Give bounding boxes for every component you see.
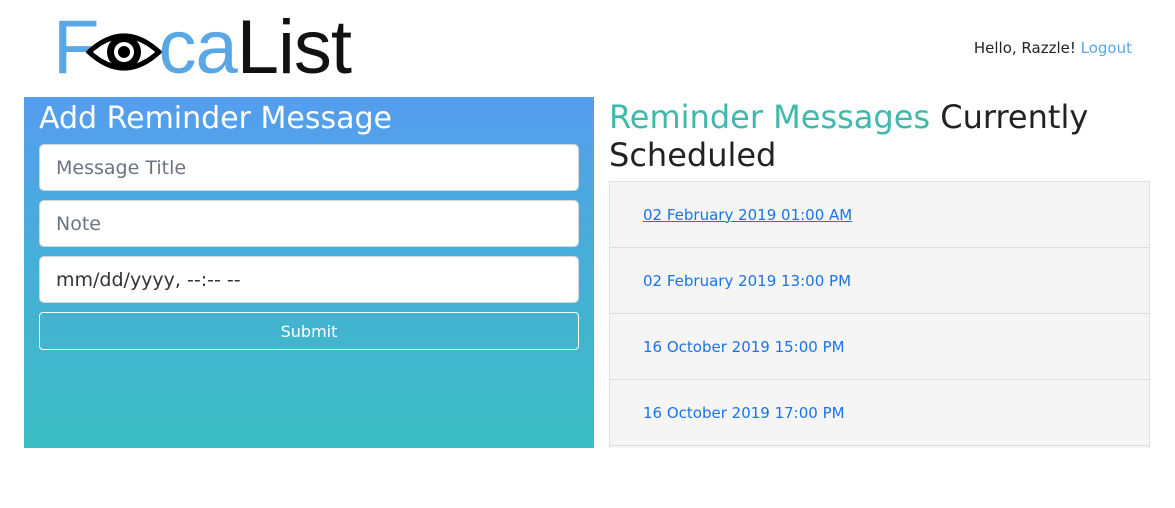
message-title-input[interactable] [39, 144, 579, 191]
user-bar: Hello, Razzle! Logout [974, 39, 1132, 57]
add-reminder-panel: Add Reminder Message Submit [24, 97, 594, 448]
logout-link[interactable]: Logout [1081, 39, 1132, 57]
focalist-logo[interactable]: F ca List [53, 4, 352, 90]
logo-word-list: List [236, 5, 352, 90]
reminder-list: 02 February 2019 01:00 AM 02 February 20… [609, 181, 1150, 448]
greeting-text: Hello, Razzle! [973, 39, 1076, 57]
eye-icon [86, 33, 163, 71]
note-input[interactable] [39, 200, 579, 247]
logo-letters-ca: ca [158, 5, 237, 90]
submit-button[interactable]: Submit [39, 312, 579, 350]
list-item: 02 February 2019 01:00 AM [610, 182, 1149, 248]
reminder-link[interactable]: 02 February 2019 01:00 AM [643, 206, 852, 224]
reminder-link[interactable]: 16 October 2019 17:00 PM [643, 404, 845, 422]
datetime-input[interactable] [39, 256, 579, 303]
scheduled-heading-accent: Reminder Messages [609, 98, 931, 136]
app-header: F ca List Hello, Razzle! Logout [0, 0, 1175, 96]
reminder-link[interactable]: 16 October 2019 15:00 PM [643, 338, 845, 356]
add-reminder-heading: Add Reminder Message [39, 101, 392, 136]
list-item: 16 October 2019 17:00 PM [610, 380, 1149, 446]
list-item: 16 October 2019 15:00 PM [610, 314, 1149, 380]
scheduled-heading: Reminder Messages Currently Scheduled [609, 97, 1150, 182]
list-item: 02 February 2019 13:00 PM [610, 248, 1149, 314]
reminder-link[interactable]: 02 February 2019 13:00 PM [643, 272, 851, 290]
scheduled-panel: Reminder Messages Currently Scheduled 02… [609, 97, 1150, 448]
